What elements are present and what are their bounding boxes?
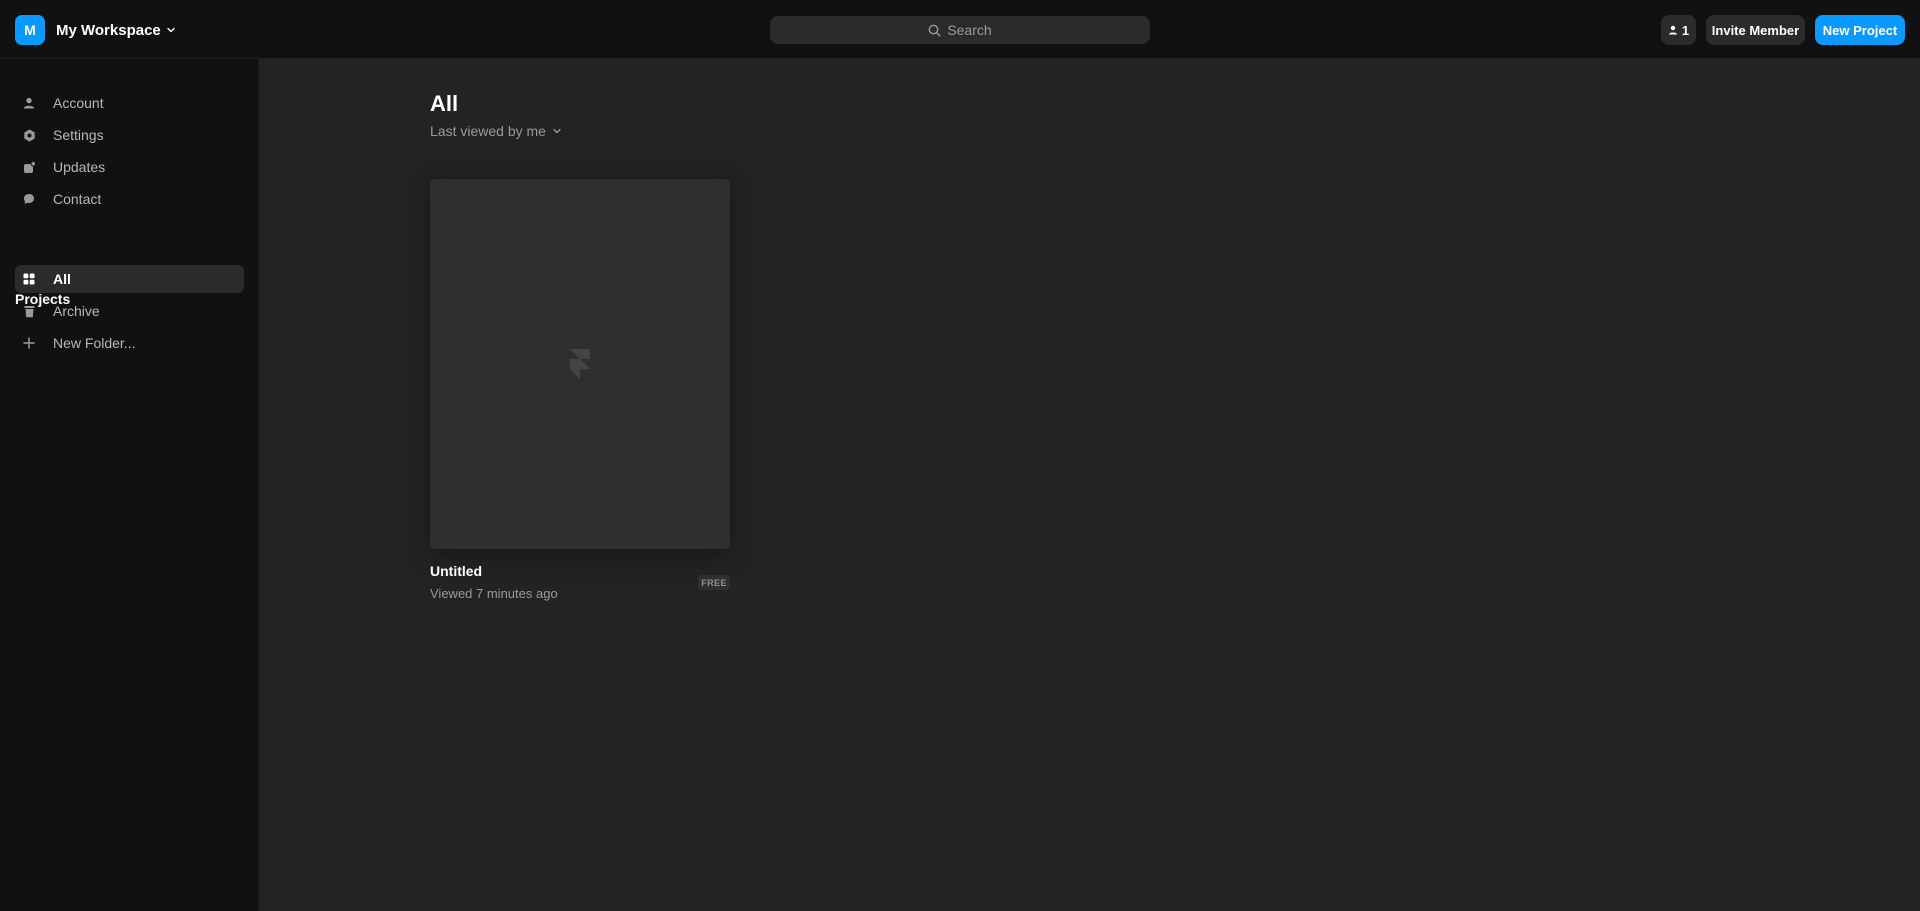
grid-icon [22,272,36,286]
chevron-down-icon [546,126,562,136]
user-icon [22,96,36,110]
workspace-name: My Workspace [56,21,161,39]
sidebar-item-settings[interactable]: Settings [15,121,244,149]
member-count: 1 [1681,22,1690,38]
sidebar-item-label: Settings [53,127,104,143]
sort-label: Last viewed by me [430,123,546,139]
sidebar-item-label: All [53,271,71,287]
workspace-avatar: M [15,15,45,45]
sidebar-item-archive[interactable]: Archive [15,297,244,325]
members-button[interactable]: 1 [1661,15,1696,45]
chat-bubble-icon [22,192,36,206]
sidebar-item-account[interactable]: Account [15,89,244,117]
trash-icon [22,304,36,318]
page-title: All [430,91,459,116]
project-card-thumbnail[interactable] [430,179,730,549]
plan-badge: FREE [698,575,730,590]
new-project-button[interactable]: New Project [1815,15,1905,45]
workspace-switcher[interactable]: M My Workspace [15,15,176,45]
top-bar: M My Workspace Search 1 Invite Member Ne… [0,0,1920,59]
sidebar-item-label: Contact [53,191,102,207]
gear-icon [22,128,36,142]
plus-icon [22,336,36,350]
search-input[interactable]: Search [770,16,1150,44]
sidebar-item-new-folder[interactable]: New Folder... [15,329,244,357]
search-icon [928,24,947,37]
sidebar-item-label: Archive [53,303,100,319]
project-viewed-time: Viewed 7 minutes ago [430,586,558,601]
user-icon [1668,25,1682,35]
sidebar: Account Settings Updates Contact Project… [0,59,259,911]
sidebar-item-updates[interactable]: Updates [15,153,244,181]
sidebar-item-contact[interactable]: Contact [15,185,244,213]
sidebar-item-label: New Folder... [53,335,136,351]
sidebar-item-all[interactable]: All [15,265,244,293]
framer-logo-icon [569,348,591,380]
sidebar-item-label: Updates [53,159,106,175]
updates-icon [22,160,36,174]
chevron-down-icon [166,25,176,35]
project-title[interactable]: Untitled [430,563,482,579]
sort-dropdown[interactable]: Last viewed by me [430,122,562,140]
invite-member-button[interactable]: Invite Member [1706,15,1805,45]
search-placeholder: Search [947,22,992,38]
sidebar-item-label: Account [53,95,104,111]
